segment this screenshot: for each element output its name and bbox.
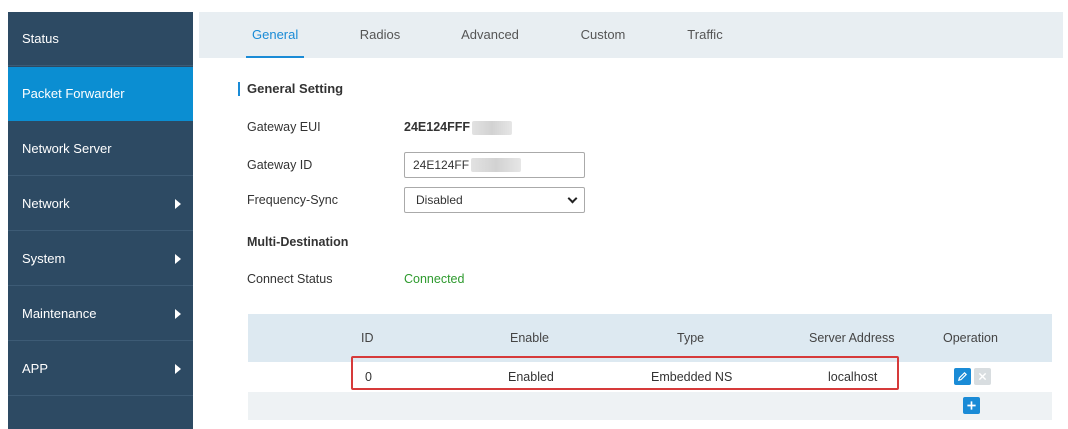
tab-traffic[interactable]: Traffic — [685, 12, 725, 58]
sidebar-item-packet-forwarder[interactable]: Packet Forwarder — [8, 67, 193, 121]
gateway-eui-text: 24E124FFF — [404, 120, 471, 134]
frequency-sync-value: Disabled — [416, 193, 463, 207]
sidebar-item-label: Status — [22, 31, 59, 46]
gateway-id-label: Gateway ID — [247, 158, 313, 172]
table-row: 0 Enabled Embedded NS localhost — [248, 362, 1052, 392]
sidebar-item-network[interactable]: Network — [8, 177, 193, 231]
sidebar-item-system[interactable]: System — [8, 232, 193, 286]
sidebar-item-label: System — [22, 251, 66, 266]
table-header: ID Enable Type Server Address Operation — [248, 314, 1052, 362]
sidebar-item-label: Network Server — [22, 141, 112, 156]
sidebar-item-maintenance[interactable]: Maintenance — [8, 287, 193, 341]
multi-destination-label: Multi-Destination — [247, 235, 349, 249]
chevron-right-icon — [175, 308, 181, 319]
connect-status-label: Connect Status — [247, 272, 333, 286]
column-header-operation: Operation — [943, 331, 998, 345]
delete-button[interactable] — [974, 368, 991, 385]
tab-custom[interactable]: Custom — [578, 12, 628, 58]
redaction-blur — [472, 120, 513, 135]
gateway-eui-label: Gateway EUI — [247, 120, 321, 134]
sidebar-item-status[interactable]: Status — [8, 12, 193, 66]
sidebar-item-label: Packet Forwarder — [22, 86, 125, 101]
tab-radios[interactable]: Radios — [357, 12, 403, 58]
chevron-down-icon — [567, 193, 578, 204]
tab-bar: General Radios Advanced Custom Traffic — [199, 12, 1063, 58]
destination-table: ID Enable Type Server Address Operation … — [248, 314, 1052, 420]
gateway-id-text: 24E124FF — [413, 158, 470, 172]
plus-icon — [967, 401, 976, 410]
cell-type: Embedded NS — [651, 370, 733, 384]
chevron-right-icon — [175, 198, 181, 209]
section-title: General Setting — [238, 82, 343, 96]
column-header-enable: Enable — [510, 331, 549, 345]
edit-button[interactable] — [954, 368, 971, 385]
tab-general[interactable]: General — [246, 12, 304, 58]
column-header-server-address: Server Address — [809, 331, 895, 345]
frequency-sync-select[interactable]: Disabled — [404, 187, 585, 213]
table-footer — [248, 392, 1052, 420]
close-icon — [978, 372, 987, 381]
chevron-right-icon — [175, 253, 181, 264]
column-header-id: ID — [361, 331, 374, 345]
cell-enable: Enabled — [508, 370, 554, 384]
sidebar-item-label: APP — [22, 361, 49, 376]
sidebar-item-app[interactable]: APP — [8, 342, 193, 396]
cell-id: 0 — [365, 370, 372, 384]
sidebar: Status Packet Forwarder Network Server N… — [8, 12, 193, 429]
pencil-icon — [958, 371, 968, 381]
redaction-blur — [471, 158, 522, 172]
main-panel: General Radios Advanced Custom Traffic G… — [199, 12, 1063, 429]
chevron-right-icon — [175, 363, 181, 374]
sidebar-item-label: Network — [22, 196, 70, 211]
connect-status-value: Connected — [404, 272, 465, 286]
gateway-eui-value: 24E124FFF — [404, 120, 513, 135]
sidebar-item-label: Maintenance — [22, 306, 97, 321]
tab-advanced[interactable]: Advanced — [458, 12, 522, 58]
add-destination-button[interactable] — [963, 397, 980, 414]
column-header-type: Type — [677, 331, 705, 345]
gateway-id-field[interactable]: 24E124FF — [404, 152, 585, 178]
frequency-sync-label: Frequency-Sync — [247, 193, 339, 207]
cell-server-address: localhost — [828, 370, 878, 384]
sidebar-item-network-server[interactable]: Network Server — [8, 122, 193, 176]
